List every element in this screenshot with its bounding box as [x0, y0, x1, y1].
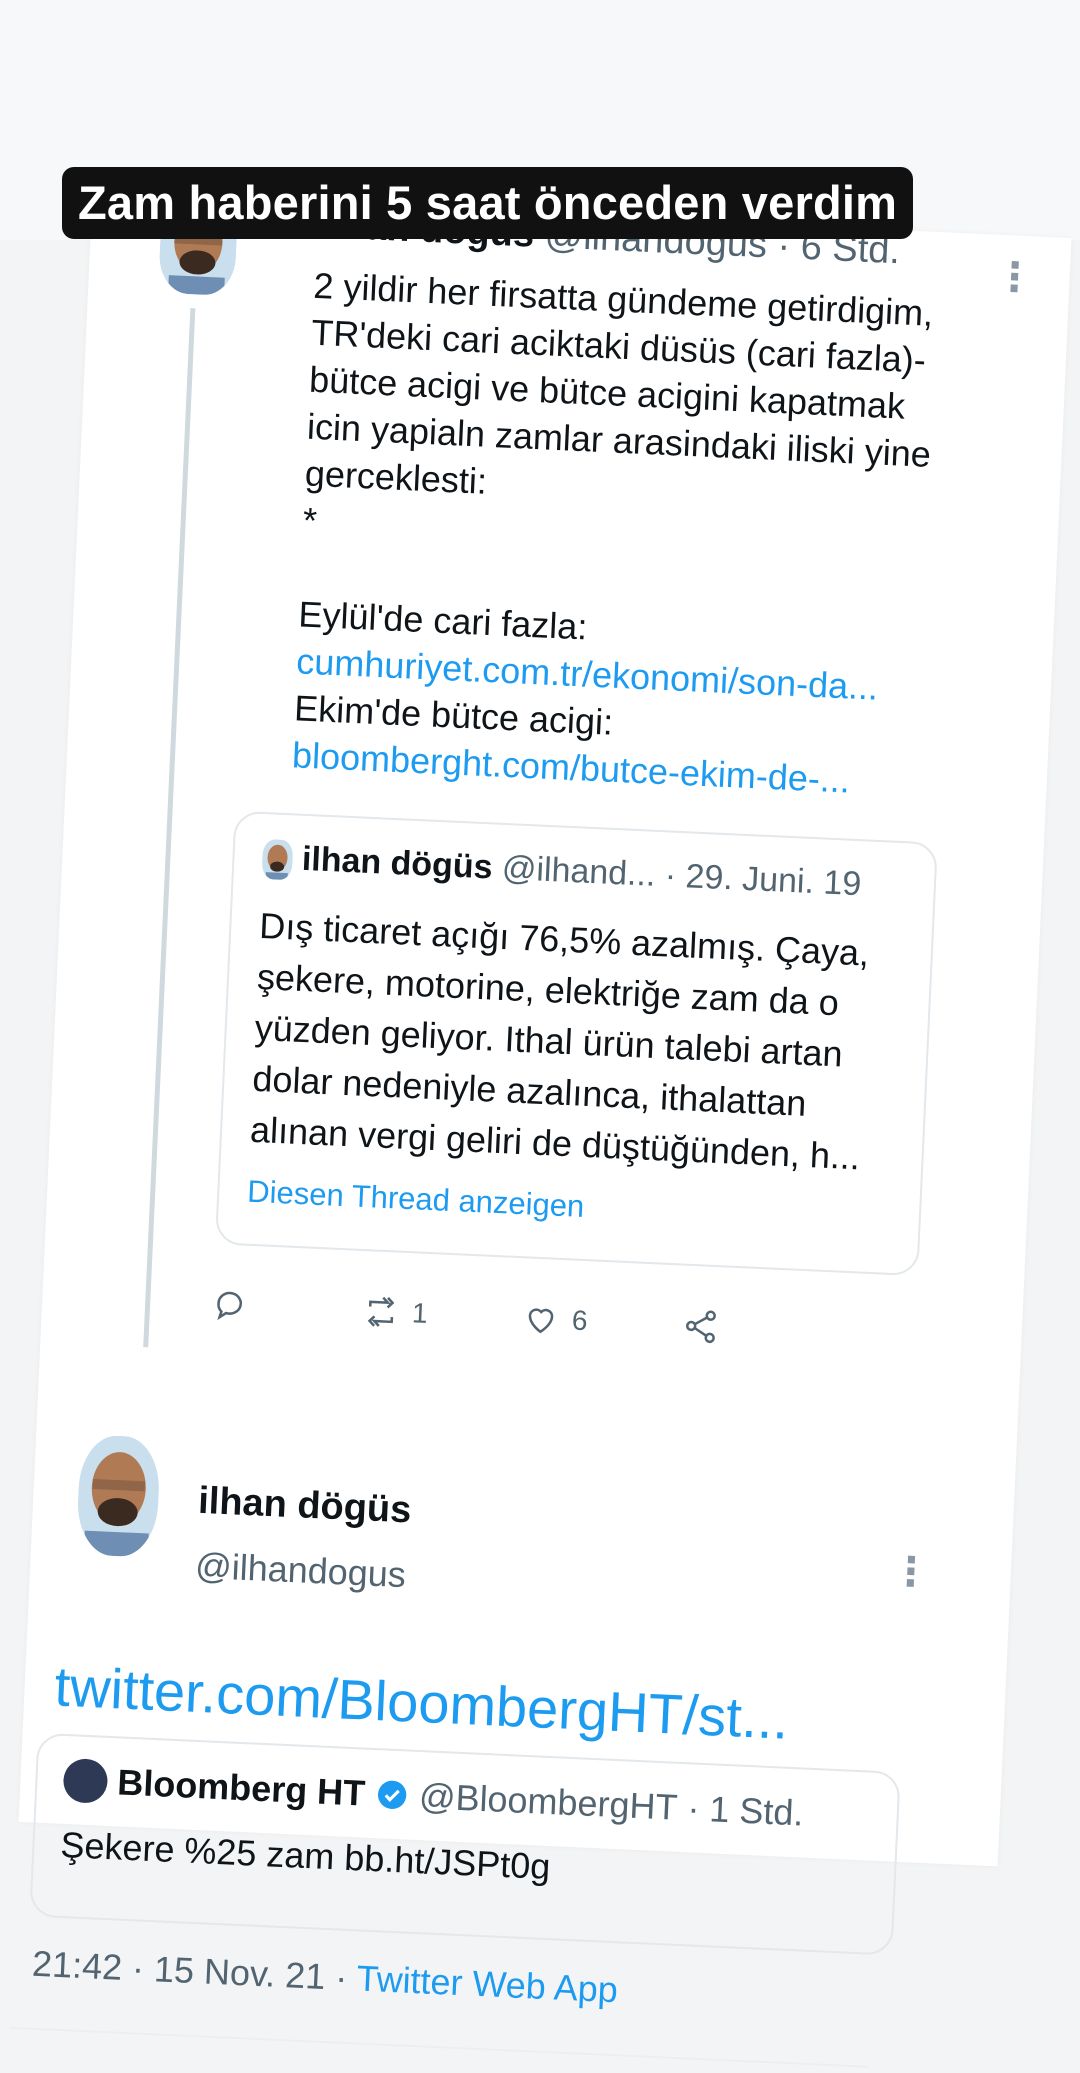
- quoted-text: Dış ticaret açığı 76,5% azalmış. Çaya, ş…: [249, 904, 871, 1178]
- tweet-source[interactable]: Twitter Web App: [356, 1957, 619, 2010]
- tweet-actions: 1 6: [211, 1285, 833, 1363]
- author-name[interactable]: ilhan dögüs: [197, 1480, 412, 1533]
- tweet-timestamp[interactable]: 21:42 · 15 Nov. 21 ·: [31, 1943, 348, 1998]
- quoted-tweet[interactable]: ilhan dögüs @ilhand... · 29. Juni. 19 Dı…: [214, 810, 938, 1277]
- show-thread-link[interactable]: Diesen Thread anzeigen: [247, 1174, 586, 1225]
- bloomberg-logo-icon: [62, 1757, 109, 1804]
- quoted-author-name: Bloomberg HT: [116, 1761, 367, 1814]
- quoted-header: Bloomberg HT @BloombergHT · 1 Std.: [62, 1757, 805, 1836]
- quoted-avatar: [261, 839, 294, 881]
- quoted-header: ilhan dögüs @ilhand... · 29. Juni. 19: [261, 838, 863, 906]
- thread-line: [143, 308, 196, 1348]
- quoted-text: Şekere %25 zam bb.ht/JSPt0g: [59, 1823, 552, 1888]
- divider: [9, 2026, 869, 2068]
- retweet-icon: [367, 1296, 395, 1327]
- quoted-author-name: ilhan dögüs: [301, 839, 494, 887]
- quoted-author-handle: @ilhand...: [501, 848, 657, 894]
- overlay-caption: Zam haberini 5 saat önceden verdim: [62, 167, 914, 239]
- share-icon: [686, 1310, 716, 1344]
- author-handle[interactable]: @ilhandogus: [194, 1545, 406, 1597]
- quoted-tweet[interactable]: Bloomberg HT @BloombergHT · 1 Std. Şeker…: [29, 1732, 901, 1956]
- verified-badge-icon: [377, 1780, 407, 1810]
- like-count: 6: [571, 1304, 589, 1337]
- quoted-time: · 1 Std.: [686, 1787, 805, 1834]
- quoted-author-handle: @BloombergHT: [418, 1775, 679, 1828]
- reply-icon: [217, 1291, 243, 1321]
- avatar[interactable]: [75, 1434, 162, 1558]
- share-button[interactable]: [681, 1307, 721, 1347]
- tweet-card: ilhan dögüs @ilhandogus · 6 Std. ⋮ 2 yil…: [9, 193, 1072, 2068]
- retweet-button[interactable]: 1: [361, 1292, 428, 1333]
- tweet-text: 2 yildir her firsatta gündeme getirdigim…: [291, 262, 1014, 810]
- heart-icon: [528, 1308, 554, 1334]
- like-button[interactable]: 6: [521, 1299, 588, 1340]
- tweet-meta: 21:42 · 15 Nov. 21 · Twitter Web App: [31, 1943, 619, 2012]
- tweet-link[interactable]: twitter.com/BloombergHT/st...: [53, 1653, 790, 1751]
- quoted-date: · 29. Juni. 19: [664, 856, 863, 904]
- avatar-image: [75, 1434, 162, 1558]
- more-options-icon[interactable]: ⋮: [890, 1549, 932, 1595]
- reply-button[interactable]: [211, 1285, 251, 1325]
- retweet-count: 1: [411, 1297, 429, 1329]
